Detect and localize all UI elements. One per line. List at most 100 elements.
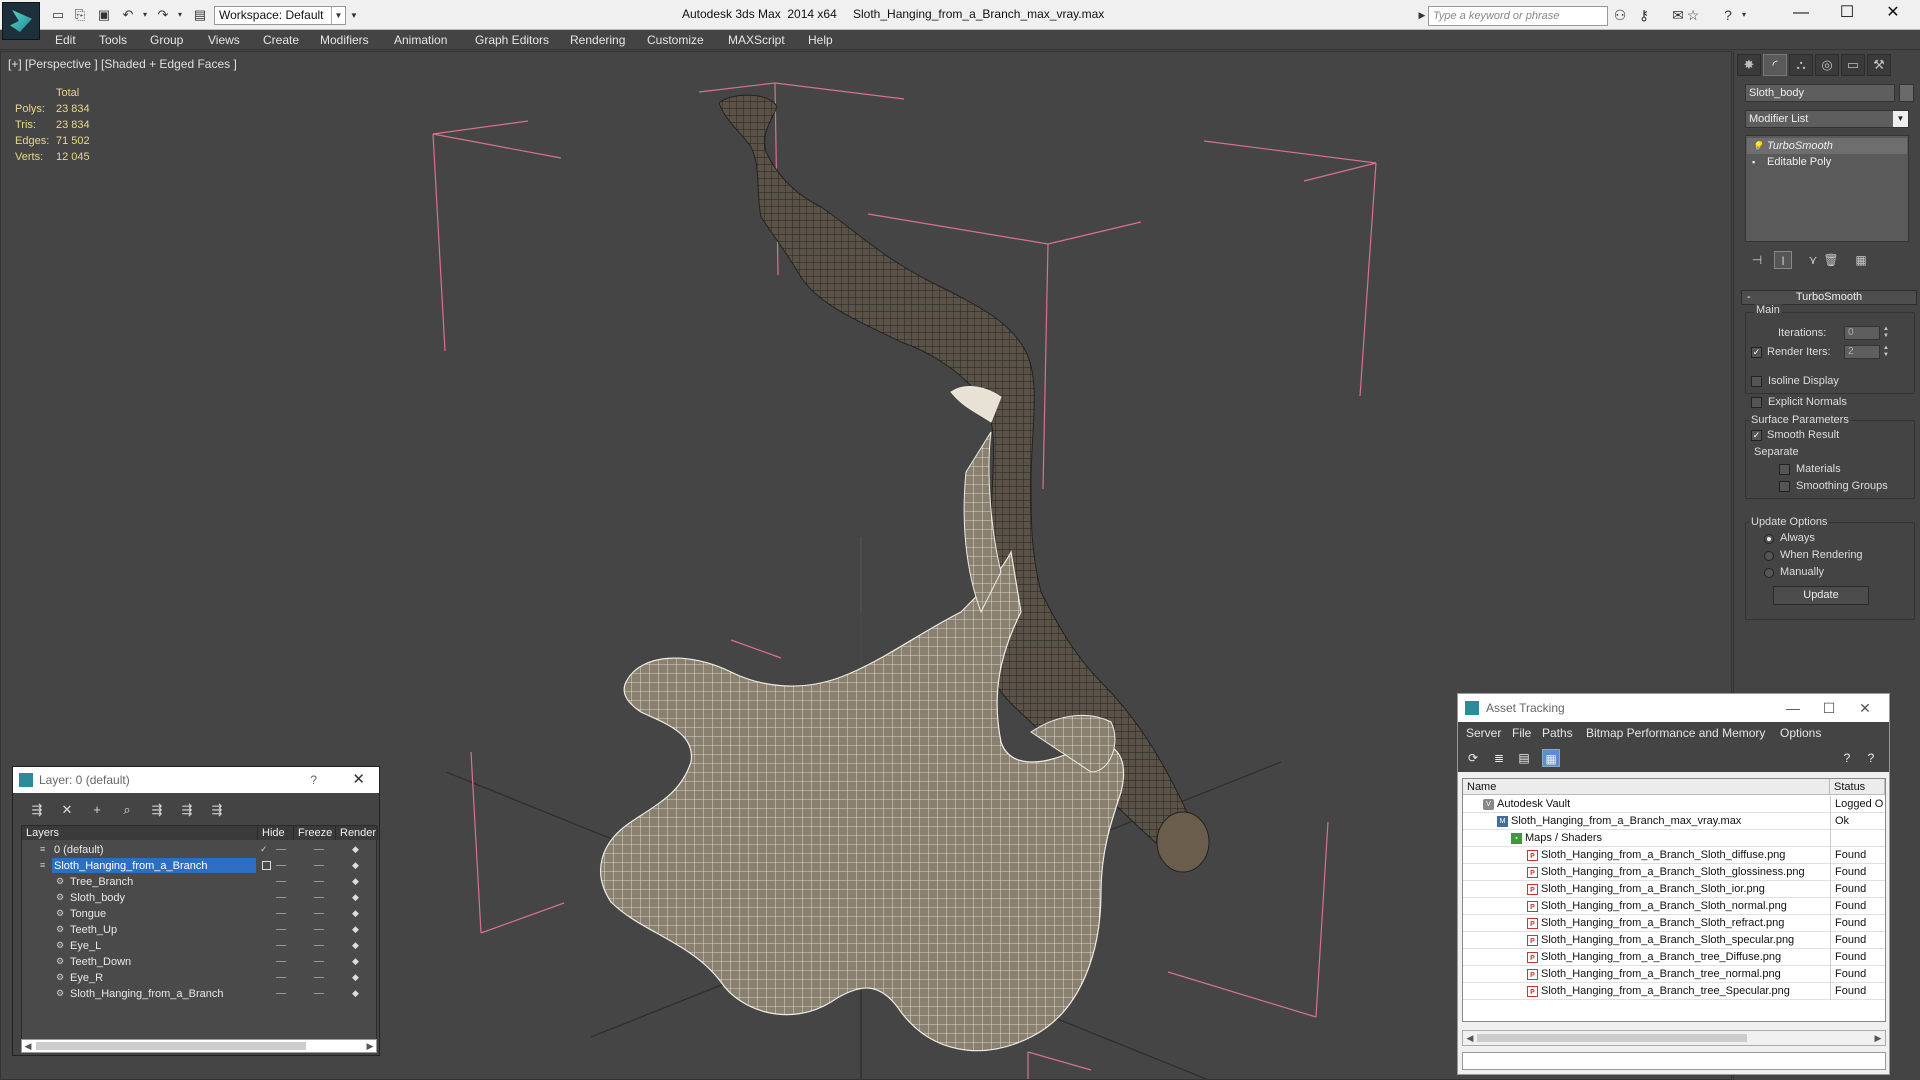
minimize-icon[interactable]: — xyxy=(1775,694,1811,722)
asset-row[interactable]: P Sloth_Hanging_from_a_Branch_Sloth_glos… xyxy=(1463,864,1885,881)
update-when-rendering-radio[interactable] xyxy=(1764,551,1774,561)
layer-row[interactable]: ⚙ Tree_Branch ◆ xyxy=(22,874,376,890)
spinner-arrows-icon[interactable]: ▲ ▼ xyxy=(1882,326,1890,340)
new-layer-icon[interactable]: ⇶ xyxy=(27,801,47,819)
asset-menu-file[interactable]: File xyxy=(1512,726,1531,740)
close-button[interactable]: ✕ xyxy=(1870,0,1916,28)
asset-menu-paths[interactable]: Paths xyxy=(1542,726,1573,740)
hide-toggle[interactable] xyxy=(276,913,286,914)
freeze-toggle[interactable] xyxy=(314,897,324,898)
freeze-toggle[interactable] xyxy=(314,849,324,850)
asset-tracking-titlebar[interactable]: Asset Tracking — ☐ ✕ xyxy=(1458,694,1889,722)
asset-row[interactable]: V Autodesk Vault Logged O xyxy=(1463,796,1885,813)
spinner-arrows-icon[interactable]: ▲ ▼ xyxy=(1882,345,1890,359)
new-file-icon[interactable]: ▭ xyxy=(50,7,66,23)
delete-layer-icon[interactable]: ✕ xyxy=(57,801,77,819)
menu-create[interactable]: Create xyxy=(263,33,299,47)
scrollbar-thumb[interactable] xyxy=(36,1042,306,1050)
menu-group[interactable]: Group xyxy=(150,33,183,47)
close-icon[interactable]: ✕ xyxy=(352,767,365,793)
scroll-left-icon[interactable]: ◀ xyxy=(22,1040,34,1052)
remove-modifier-icon[interactable]: 🗑 xyxy=(1822,251,1840,269)
show-end-result-icon[interactable]: I xyxy=(1774,251,1792,269)
asset-row[interactable]: P Sloth_Hanging_from_a_Branch_tree_Specu… xyxy=(1463,983,1885,1000)
column-header-hide[interactable]: Hide xyxy=(258,826,294,840)
refresh-icon[interactable]: ⟳ xyxy=(1464,749,1482,767)
column-header-layers[interactable]: Layers xyxy=(22,826,258,840)
context-help-icon[interactable]: ? xyxy=(1862,749,1880,767)
configure-modifier-sets-icon[interactable]: ▦ xyxy=(1852,251,1870,269)
redo-icon[interactable]: ↷ xyxy=(155,7,171,23)
hide-toggle[interactable] xyxy=(276,993,286,994)
render-iters-checkbox[interactable]: ✓ xyxy=(1751,347,1762,358)
help-button[interactable]: ? xyxy=(310,767,317,793)
help-dropdown-icon[interactable]: ▾ xyxy=(1734,6,1754,24)
modifier-list-dropdown[interactable]: Modifier List ▼ xyxy=(1745,110,1909,128)
list-view-icon[interactable]: ≣ xyxy=(1490,749,1508,767)
open-file-icon[interactable]: ⎘ xyxy=(72,7,88,23)
freeze-toggle[interactable] xyxy=(314,977,324,978)
expand-plus-icon[interactable]: ▪ xyxy=(1752,157,1760,167)
asset-row[interactable]: P Sloth_Hanging_from_a_Branch_Sloth_refr… xyxy=(1463,915,1885,932)
menu-customize[interactable]: Customize xyxy=(647,33,704,47)
layer-row[interactable]: ≡ Sloth_Hanging_from_a_Branch ◆ xyxy=(22,858,376,874)
freeze-toggle[interactable] xyxy=(314,993,324,994)
layer-row[interactable]: ⚙ Teeth_Down ◆ xyxy=(22,954,376,970)
workspace-select[interactable]: Workspace: Default ▼ xyxy=(214,6,346,25)
maximize-icon[interactable]: ☐ xyxy=(1811,694,1847,722)
layer-window-titlebar[interactable]: Layer: 0 (default) ? ✕ xyxy=(13,767,379,793)
teapot-render-icon[interactable]: ◆ xyxy=(352,989,361,998)
menu-edit[interactable]: Edit xyxy=(55,33,76,47)
create-tab-icon[interactable]: ✸ xyxy=(1737,54,1761,76)
render-iters-spinner[interactable]: 2 xyxy=(1844,345,1880,359)
layer-row[interactable]: ⚙ Eye_L ◆ xyxy=(22,938,376,954)
teapot-render-icon[interactable]: ◆ xyxy=(352,973,361,982)
scroll-left-icon[interactable]: ◀ xyxy=(1464,1032,1476,1044)
layer-row[interactable]: ⚙ Tongue ◆ xyxy=(22,906,376,922)
smooth-result-checkbox[interactable]: ✓ xyxy=(1751,430,1762,441)
stack-item-turbosmooth[interactable]: 💡 TurboSmooth xyxy=(1747,138,1907,154)
freeze-toggle[interactable] xyxy=(314,929,324,930)
update-button[interactable]: Update xyxy=(1773,586,1869,605)
column-header-freeze[interactable]: Freeze xyxy=(294,826,336,840)
layer-horizontal-scrollbar[interactable]: ◀ ▶ xyxy=(21,1039,377,1053)
freeze-toggle[interactable] xyxy=(314,961,324,962)
freeze-toggle[interactable] xyxy=(314,865,324,866)
asset-horizontal-scrollbar[interactable]: ◀ ▶ xyxy=(1462,1030,1886,1046)
hide-toggle[interactable] xyxy=(276,849,286,850)
menu-modifiers[interactable]: Modifiers xyxy=(320,33,369,47)
close-icon[interactable]: ✕ xyxy=(1847,694,1883,722)
hide-toggle[interactable] xyxy=(276,865,286,866)
maximize-button[interactable]: ☐ xyxy=(1824,0,1870,28)
hide-toggle[interactable] xyxy=(276,945,286,946)
column-header-status[interactable]: Status xyxy=(1830,779,1885,795)
menu-tools[interactable]: Tools xyxy=(99,33,127,47)
select-objects-icon[interactable]: ⌕ xyxy=(117,801,137,819)
teapot-render-icon[interactable]: ◆ xyxy=(352,909,361,918)
highlight-layer-icon[interactable]: ⇶ xyxy=(147,801,167,819)
asset-path-field[interactable] xyxy=(1462,1052,1886,1070)
viewport-label[interactable]: [+] [Perspective ] [Shaded + Edged Faces… xyxy=(8,57,237,71)
freeze-toggle[interactable] xyxy=(314,913,324,914)
binoculars-icon[interactable]: ⚇ xyxy=(1610,6,1630,24)
modify-tab-icon[interactable]: ◜ xyxy=(1763,54,1787,76)
menu-help[interactable]: Help xyxy=(808,33,833,47)
make-unique-icon[interactable]: ⋎ xyxy=(1804,251,1822,269)
update-manually-radio[interactable] xyxy=(1764,568,1774,578)
smoothing-groups-checkbox[interactable] xyxy=(1779,481,1790,492)
hide-toggle[interactable] xyxy=(276,977,286,978)
asset-menu-server[interactable]: Server xyxy=(1466,726,1501,740)
layer-row[interactable]: ⚙ Eye_R ◆ xyxy=(22,970,376,986)
scrollbar-thumb[interactable] xyxy=(1477,1034,1747,1042)
favorites-star-icon[interactable]: ☆ xyxy=(1683,6,1703,24)
key-icon[interactable]: ⚷ xyxy=(1634,6,1654,24)
hide-toggle[interactable] xyxy=(276,897,286,898)
lightbulb-icon[interactable]: 💡 xyxy=(1752,141,1763,151)
scroll-right-icon[interactable]: ▶ xyxy=(364,1040,376,1052)
teapot-render-icon[interactable]: ◆ xyxy=(352,845,361,854)
teapot-render-icon[interactable]: ◆ xyxy=(352,957,361,966)
iterations-spinner[interactable]: 0 xyxy=(1844,326,1880,340)
update-always-radio[interactable] xyxy=(1764,534,1774,544)
hierarchy-tab-icon[interactable]: ⛬ xyxy=(1789,54,1813,76)
asset-menu-bitmap-performance[interactable]: Bitmap Performance and Memory xyxy=(1586,726,1765,740)
